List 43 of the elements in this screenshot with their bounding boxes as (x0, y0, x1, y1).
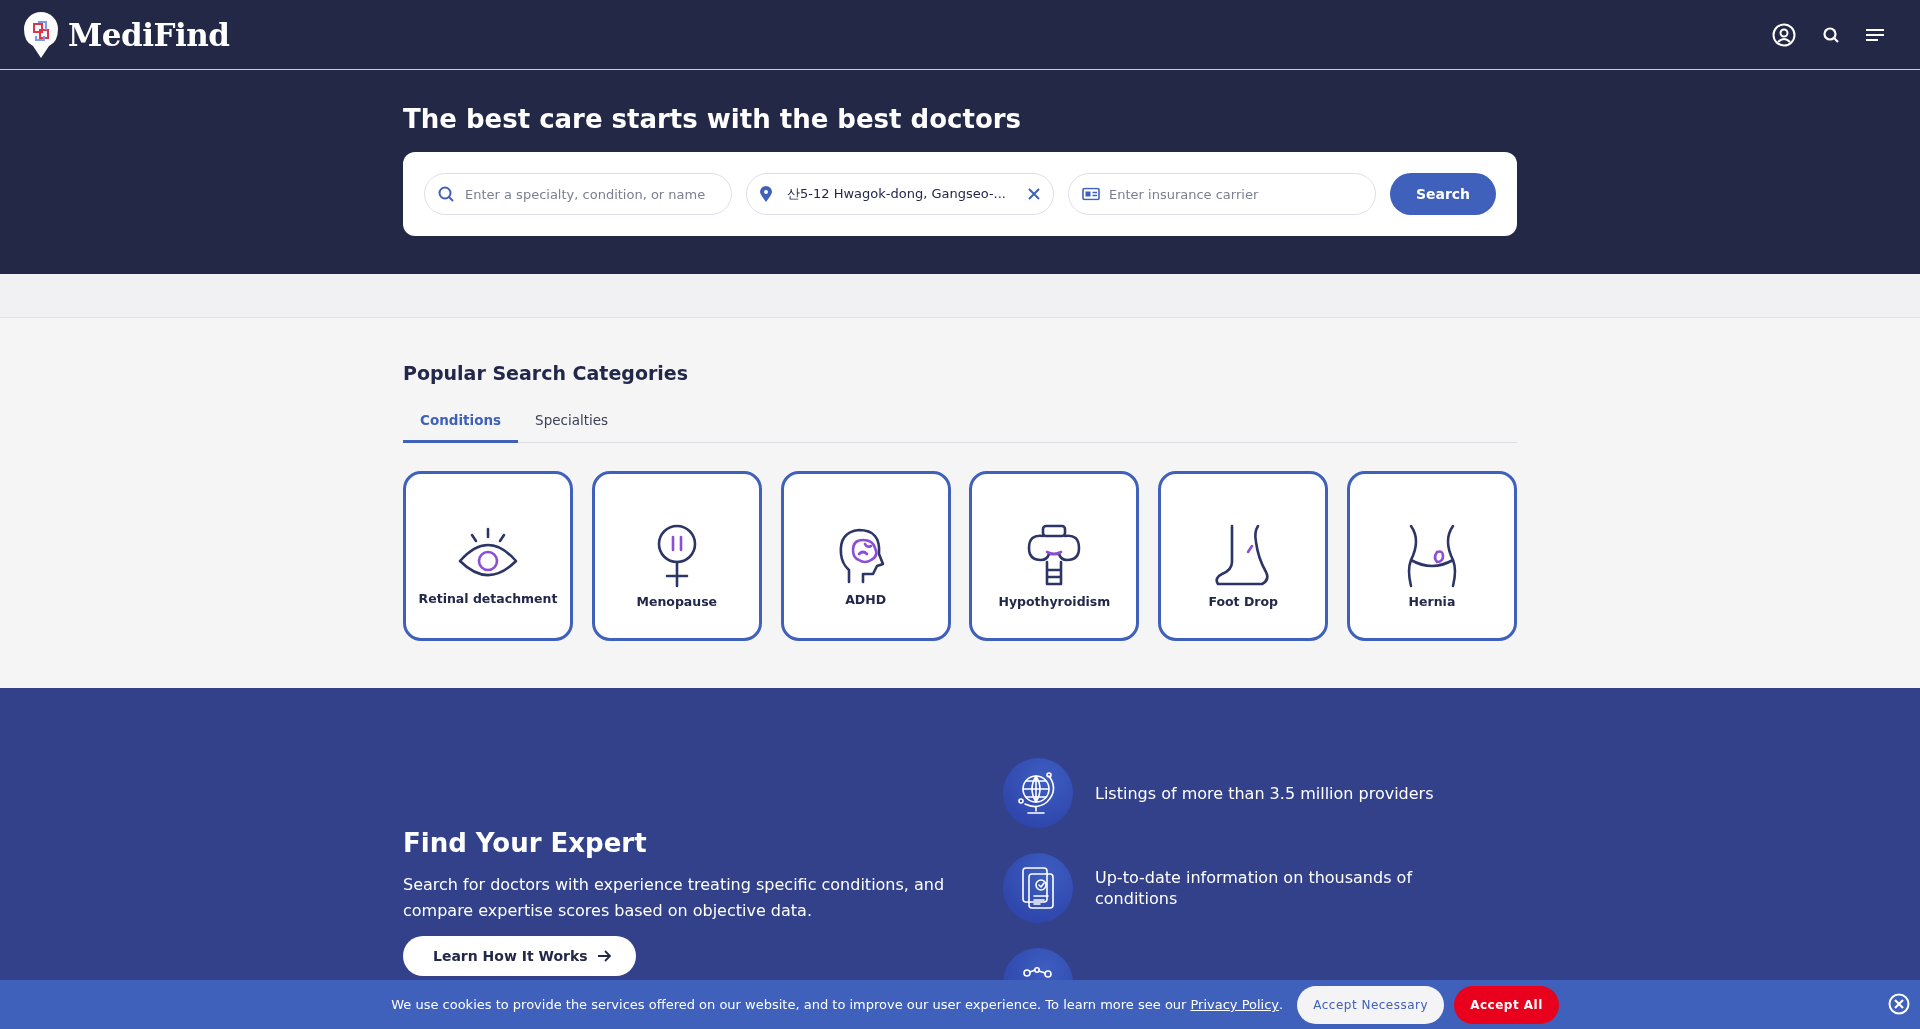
category-tab[interactable]: Conditions (403, 406, 519, 443)
search-icon (438, 186, 454, 202)
feature-text: Listings of more than 3.5 million providers (1095, 782, 1435, 804)
category-label: Menopause (636, 593, 718, 609)
location-pin-icon (760, 186, 772, 202)
category-label: Retinal detachment (418, 590, 558, 606)
insurance-field[interactable]: Enter insurance carrier (1068, 173, 1376, 215)
feature-text: Up-to-date information on thousands of conditions (1095, 867, 1414, 909)
id-card-icon (1082, 187, 1100, 201)
cookie-button[interactable]: Accept All (1454, 985, 1559, 1024)
category-card[interactable]: Retinal detachment (403, 471, 573, 641)
privacy-policy-link[interactable]: Privacy Policy (1190, 997, 1280, 1012)
cookie-button[interactable]: Accept Necessary (1297, 985, 1445, 1024)
specialty-search-field[interactable]: Enter a specialty, condition, or name (424, 173, 732, 215)
network-icon (1021, 967, 1055, 979)
category-label: Hernia (1408, 593, 1456, 609)
hero-title: The best care starts with the best doctors (403, 104, 1023, 134)
category-card[interactable]: ADHD (780, 471, 951, 641)
arrow-right-icon (597, 950, 612, 962)
section-description: Search for doctors with experience treating specific conditions, and compare expertise scores based on objective data. (403, 874, 946, 922)
section-title: Popular Search Categories (403, 362, 690, 384)
category-label: Foot Drop (1208, 593, 1278, 609)
logo-pin-icon (24, 11, 58, 58)
search-icon[interactable] (1822, 25, 1840, 44)
clear-icon[interactable] (1028, 188, 1040, 200)
category-label: ADHD (845, 591, 887, 607)
category-card[interactable]: Hypothyroidism (969, 471, 1140, 641)
category-tab[interactable]: Specialties (518, 406, 626, 443)
category-card[interactable]: Hernia (1347, 471, 1517, 641)
account-icon[interactable] (1772, 22, 1796, 47)
category-card[interactable]: Foot Drop (1158, 471, 1329, 641)
category-label: Hypothyroidism (998, 593, 1111, 609)
location-field[interactable]: 산5-12 Hwagok-dong, Gangseo-... (746, 173, 1054, 215)
category-card[interactable]: Menopause (591, 471, 762, 641)
close-icon[interactable] (1888, 993, 1910, 1015)
menu-icon[interactable] (1866, 27, 1884, 42)
logo-wordmark[interactable]: MediFind (68, 16, 230, 53)
search-button[interactable]: Search (1390, 173, 1496, 215)
sentence-period: . (1279, 997, 1284, 1012)
cookie-notice: We use cookies to provide the services offered on our website, and to improve our user experience. To learn more see our (391, 997, 1187, 1012)
checklist-document-icon (1021, 866, 1055, 910)
learn-how-button[interactable]: Learn How It Works (403, 936, 636, 976)
section-title: Find Your Expert (403, 828, 648, 858)
